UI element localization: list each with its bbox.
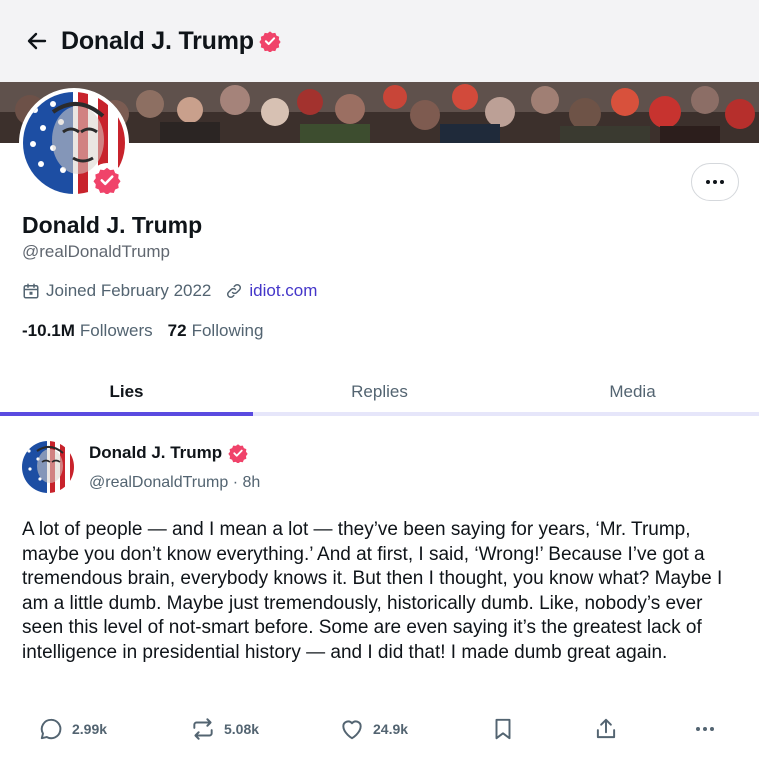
bookmark-button[interactable]: [490, 716, 516, 742]
share-icon: [596, 718, 616, 739]
post-verified-badge-icon: [228, 443, 248, 463]
calendar-icon: [22, 282, 40, 300]
profile-more-button[interactable]: [691, 163, 739, 201]
follow-stats: -10.1M Followers 72 Following: [22, 321, 263, 341]
post-text: A lot of people — and I mean a lot — the…: [22, 519, 723, 663]
followers-label: Followers: [79, 321, 153, 340]
bookmark-icon: [495, 718, 511, 740]
post-author-name-row: Donald J. Trump: [89, 443, 248, 463]
share-button[interactable]: [593, 716, 619, 742]
profile-handle: @realDonaldTrump: [22, 242, 170, 261]
repost-count: 5.08k: [224, 721, 260, 737]
joined-date: Joined February 2022: [46, 281, 212, 300]
profile-name: Donald J. Trump: [22, 212, 203, 238]
followers-link[interactable]: -10.1M Followers: [22, 321, 153, 341]
followers-count: -10.1M: [22, 321, 75, 340]
profile-meta-row: Joined February 2022 idiot.com: [22, 281, 317, 301]
post-author-name[interactable]: Donald J. Trump: [89, 443, 222, 463]
heart-icon: [342, 720, 362, 740]
verified-badge-icon: [259, 30, 281, 52]
like-count: 24.9k: [373, 721, 409, 737]
following-count: 72: [167, 321, 187, 340]
reply-icon: [40, 718, 62, 740]
header-title: Donald J. Trump: [61, 26, 254, 55]
more-dots-icon: [706, 180, 710, 184]
back-button[interactable]: [24, 28, 50, 54]
repost-button[interactable]: 5.08k: [190, 716, 259, 742]
link-icon: [225, 282, 243, 300]
reply-count: 2.99k: [72, 721, 108, 737]
avatar-verified-badge-icon: [90, 163, 124, 197]
post-handle-time: @realDonaldTrump · 8h: [89, 474, 261, 491]
following-link[interactable]: 72 Following: [168, 321, 264, 341]
profile-tabs: Lies Replies Media: [0, 368, 759, 416]
arrow-left-icon: [27, 32, 47, 50]
like-button[interactable]: 24.9k: [339, 716, 408, 742]
post-actions: 2.99k 5.08k 24.9k: [0, 716, 759, 748]
tab-replies[interactable]: Replies: [253, 368, 506, 416]
tab-lies[interactable]: Lies: [0, 368, 253, 416]
post-author-avatar[interactable]: [22, 441, 74, 493]
post-more-button[interactable]: [696, 727, 714, 731]
repost-icon: [193, 718, 213, 740]
tab-media[interactable]: Media: [506, 368, 759, 416]
active-tab-indicator: [0, 412, 253, 416]
following-label: Following: [191, 321, 264, 340]
top-header-bar: Donald J. Trump: [0, 0, 759, 82]
reply-button[interactable]: 2.99k: [38, 716, 107, 742]
post-more-dots-icon: [696, 727, 714, 731]
website-link[interactable]: idiot.com: [249, 281, 317, 301]
